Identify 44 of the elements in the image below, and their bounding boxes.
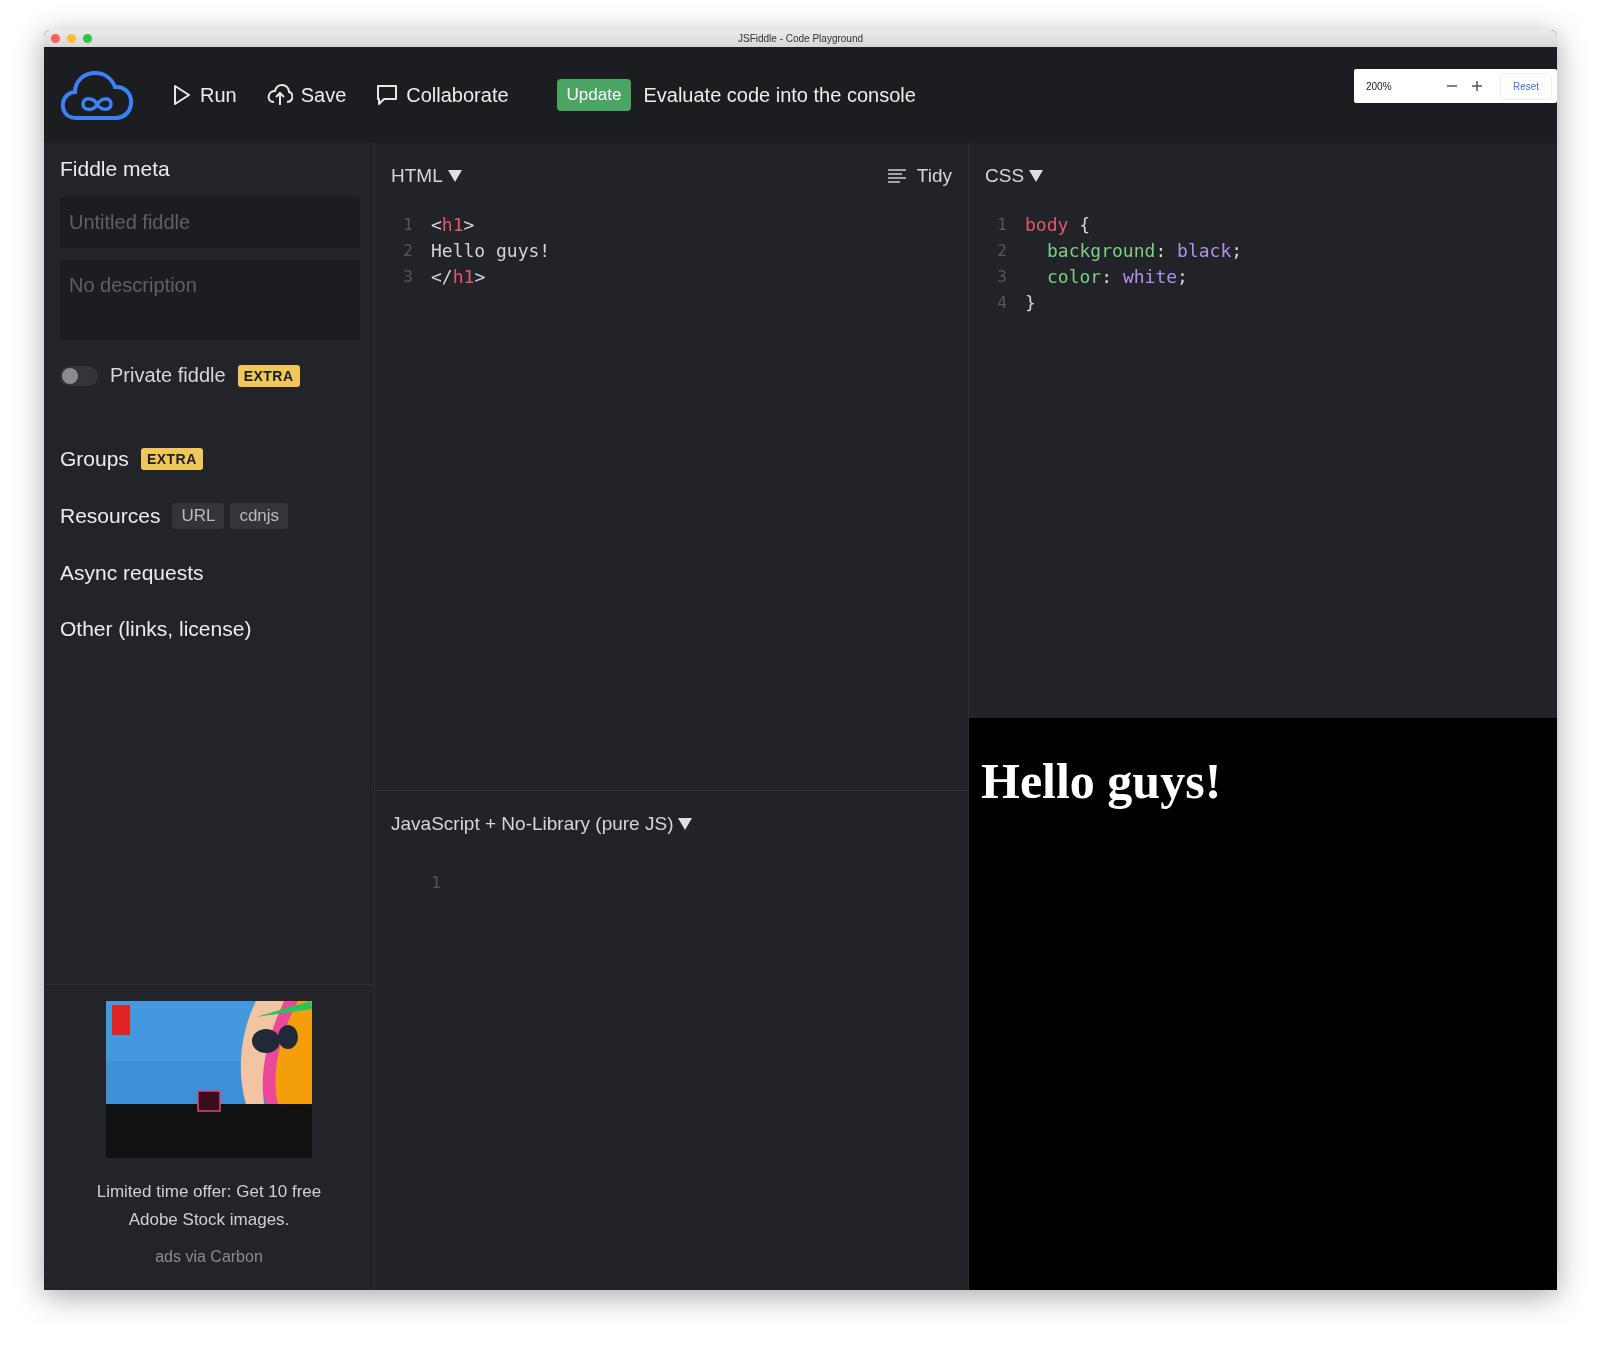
save-button[interactable]: Save [262, 79, 351, 111]
ad-credit[interactable]: ads via Carbon [155, 1248, 263, 1266]
ad-text[interactable]: Limited time offer: Get 10 free Adobe Stock images. [74, 1178, 344, 1234]
play-icon [172, 84, 192, 106]
code-line: } [1025, 291, 1036, 313]
code-line: Hello guys! [431, 239, 551, 261]
resource-tag[interactable]: cdnjs [230, 503, 289, 529]
section-link[interactable]: Async requests [60, 561, 204, 585]
resource-tag[interactable]: URL [172, 503, 225, 529]
reset-button[interactable]: Reset [1500, 72, 1553, 100]
code-line: body { [1025, 213, 1091, 235]
close-button[interactable] [51, 34, 60, 43]
window-title: JSFiddle - Code Playground [737, 33, 864, 44]
run-button[interactable]: Run [168, 79, 241, 111]
caret-icon [1029, 170, 1044, 182]
section-link[interactable]: Resources [60, 504, 161, 528]
zoom-value: 200% [1366, 80, 1393, 92]
language-dropdown[interactable]: JavaScript + No-Library (pure JS) [391, 813, 693, 835]
section-link[interactable]: Groups [60, 447, 129, 471]
tidy-button[interactable]: Tidy [886, 165, 952, 187]
zoom-in-icon[interactable] [1471, 80, 1483, 92]
sidebar-title: Fiddle meta [60, 157, 171, 181]
cloud-upload-icon [266, 84, 293, 106]
caret-icon [447, 170, 462, 182]
caret-icon [678, 818, 693, 830]
lines-icon [886, 168, 907, 184]
cloud-logo-icon[interactable] [60, 69, 134, 121]
code-line: <h1> [431, 213, 475, 235]
description-field[interactable]: No description [60, 260, 360, 340]
code-line: </h1> [431, 265, 486, 287]
result-heading: Hello guys! [981, 752, 1222, 810]
speech-bubble-icon [376, 84, 399, 106]
title-field[interactable]: Untitled fiddle [60, 197, 360, 248]
section-link[interactable]: Other (links, license) [60, 617, 252, 641]
code-line: color: white; [1046, 265, 1188, 287]
toggle-label: Private fiddle [110, 364, 226, 387]
toggle-switch[interactable] [60, 365, 98, 386]
language-dropdown[interactable]: HTML [391, 165, 462, 187]
code-line: background: black; [1046, 239, 1243, 261]
extra-badge: EXTRA [140, 448, 203, 470]
language-dropdown[interactable]: CSS [985, 165, 1044, 187]
extra-badge: EXTRA [237, 364, 300, 387]
collaborate-button[interactable]: Collaborate [372, 79, 513, 111]
hint-text: Evaluate code into the console [643, 83, 916, 107]
